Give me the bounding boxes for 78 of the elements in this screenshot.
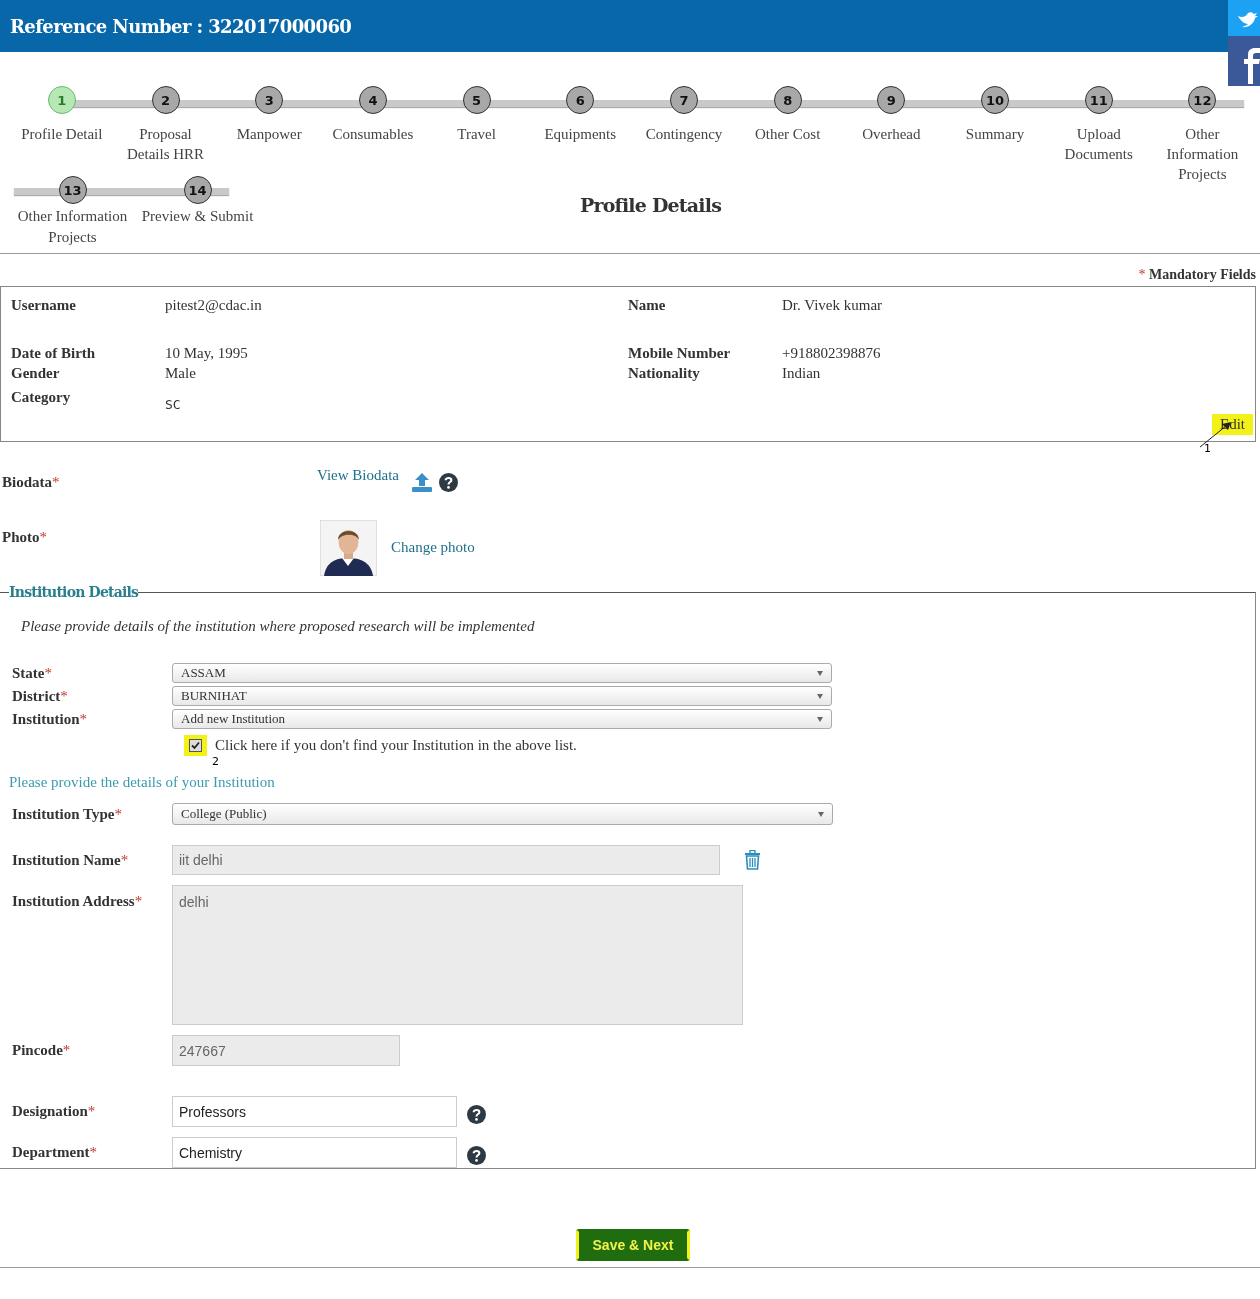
field-label: Institution Type* <box>12 805 123 823</box>
field-label: Username <box>11 297 76 314</box>
field-value: Indian <box>782 365 821 382</box>
field-label: Name <box>628 297 666 314</box>
field-value: +918802398876 <box>782 345 881 362</box>
save-next-button[interactable]: Save & Next <box>575 1229 691 1261</box>
field-label: Category <box>11 389 71 406</box>
mandatory-note: * Mandatory Fields <box>1138 267 1256 282</box>
step-label[interactable]: Other Cost <box>740 124 836 144</box>
step-circle[interactable]: 6 <box>566 86 595 114</box>
field-label: State* <box>12 664 52 682</box>
step-label[interactable]: Travel <box>429 124 525 144</box>
view-biodata-link[interactable]: View Biodata <box>317 466 399 484</box>
field-value: Dr. Vivek kumar <box>782 297 883 314</box>
field-value: pitest2@cdac.in <box>165 297 262 314</box>
help-icon[interactable] <box>467 1105 486 1124</box>
input-field[interactable]: Professors <box>172 1096 457 1127</box>
step-circle[interactable]: 10 <box>981 86 1010 114</box>
step-circle[interactable]: 7 <box>669 86 698 114</box>
bird-icon[interactable] <box>1228 0 1260 36</box>
step-circle[interactable]: 3 <box>255 86 284 114</box>
change-photo-link[interactable]: Change photo <box>391 538 475 556</box>
step-label[interactable]: Manpower <box>221 124 317 144</box>
step-circle[interactable]: 13 <box>58 176 87 204</box>
step-circle[interactable]: 11 <box>1084 86 1113 114</box>
step-circle[interactable]: 8 <box>773 86 802 114</box>
field-value: 10 May, 1995 <box>165 345 248 362</box>
field-label: Pincode* <box>12 1042 72 1059</box>
annotation-number: 2 <box>212 755 219 768</box>
field-label: Gender <box>11 365 60 382</box>
field-label: Designation* <box>12 1103 97 1120</box>
step-label[interactable]: Consumables <box>325 124 421 144</box>
checkbox-label[interactable]: Click here if you don't find your Institution in the above list. <box>215 737 577 754</box>
step-label[interactable]: Overhead <box>843 124 939 144</box>
reference-number: Reference Number : 322017000060 <box>9 15 352 37</box>
step-circle[interactable]: 1 <box>47 86 76 114</box>
step-label[interactable]: Equipments <box>532 124 628 144</box>
edit-link[interactable]: Edit <box>1212 414 1253 435</box>
step-circle[interactable]: 2 <box>151 86 180 114</box>
select-field[interactable]: Add new Institution <box>172 709 832 729</box>
step-label[interactable]: Profile Detail <box>14 124 110 144</box>
field-value: SC <box>165 396 181 412</box>
field-label: Institution Name* <box>12 851 130 869</box>
field-value: Male <box>165 365 196 382</box>
select-field[interactable]: College (Public) <box>172 803 833 825</box>
section-heading: Please provide the details of your Institution <box>9 774 276 791</box>
field-label: Institution* <box>12 710 88 728</box>
step-circle[interactable]: 12 <box>1188 86 1217 114</box>
select-field[interactable]: BURNIHAT <box>172 686 832 706</box>
step-circle[interactable]: 5 <box>462 86 491 114</box>
help-icon[interactable] <box>467 1146 486 1165</box>
instruction-text: Please provide details of the institution where proposed research will be implemented <box>21 618 536 635</box>
step-label[interactable]: Other Information Projects <box>1154 124 1250 184</box>
select-field[interactable]: ASSAM <box>172 663 832 683</box>
step-circle[interactable]: 4 <box>358 86 387 114</box>
section-legend: Institution Details <box>9 584 139 600</box>
field-label: Photo* <box>2 528 48 546</box>
help-icon[interactable] <box>439 472 458 492</box>
step-label[interactable]: Contingency <box>636 124 732 144</box>
checkbox[interactable] <box>189 739 202 752</box>
field-label: Institution Address* <box>12 893 144 910</box>
input-field[interactable]: Chemistry <box>172 1137 457 1168</box>
field-label: Nationality <box>628 365 700 382</box>
field-label: Biodata* <box>2 473 61 491</box>
trash-icon[interactable] <box>744 850 761 870</box>
step-label[interactable]: Summary <box>947 124 1043 144</box>
step-label[interactable]: Upload Documents <box>1051 124 1147 164</box>
upload-icon[interactable] <box>411 471 433 493</box>
page-title: Profile Details <box>580 194 722 218</box>
field-label: Department* <box>12 1144 98 1161</box>
step-label[interactable]: Proposal Details HRR <box>120 124 211 164</box>
step-circle[interactable]: 14 <box>183 176 212 204</box>
field-label: Mobile Number <box>628 345 731 362</box>
field-label: Date of Birth <box>11 345 96 362</box>
facebook-icon[interactable] <box>1228 36 1260 86</box>
step-circle[interactable]: 9 <box>877 86 906 114</box>
annotation-number: 1 <box>1204 442 1211 455</box>
field-label: District* <box>12 687 68 705</box>
